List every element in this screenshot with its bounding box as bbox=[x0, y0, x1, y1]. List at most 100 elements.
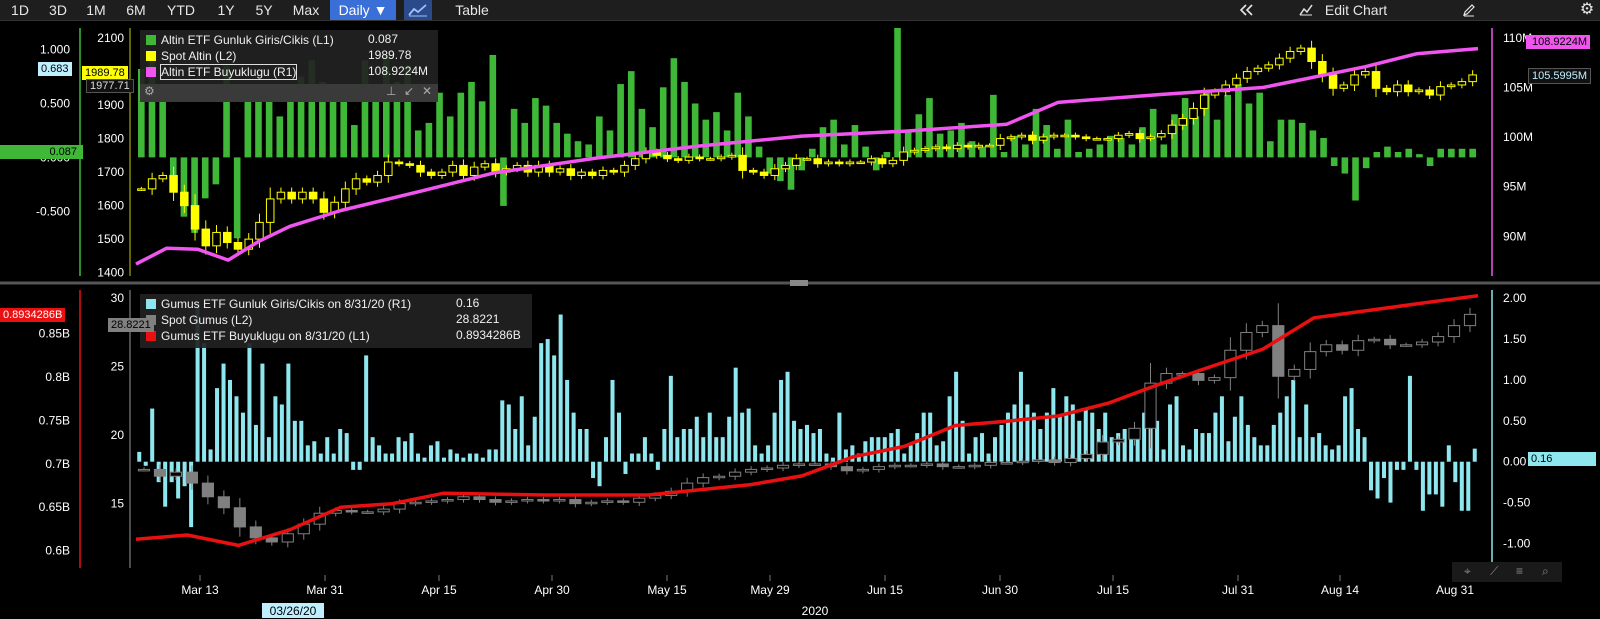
candle-body bbox=[425, 500, 438, 503]
flow-bar bbox=[1433, 461, 1438, 495]
tick-label-l2: 1600 bbox=[97, 199, 124, 213]
range-1y-button[interactable]: 1Y bbox=[208, 0, 244, 20]
crosshair-icon[interactable]: ⌖ bbox=[1464, 564, 1471, 579]
flow-bar bbox=[1043, 125, 1050, 158]
flow-bar bbox=[863, 441, 868, 462]
flow-bar bbox=[1206, 433, 1211, 462]
flow-bar bbox=[740, 412, 745, 462]
candle-body bbox=[792, 463, 806, 466]
zoom-icon[interactable]: ⌕ bbox=[1542, 564, 1549, 579]
flow-bar bbox=[273, 396, 278, 462]
x-tick-label: Mar 13 bbox=[181, 583, 219, 597]
x-tick-label: Jun 30 bbox=[982, 583, 1018, 597]
candle-body bbox=[255, 221, 264, 240]
candle-body bbox=[569, 499, 582, 505]
line-chart-icon[interactable] bbox=[404, 0, 432, 20]
legend-value-silver-flows: 0.16 bbox=[456, 296, 480, 310]
candle-body bbox=[158, 174, 168, 180]
table-button[interactable]: Table bbox=[446, 0, 498, 20]
flow-bar bbox=[1235, 84, 1242, 158]
flow-bar bbox=[574, 141, 582, 158]
legend-row-spot-gold: Spot Altin (L2) bbox=[146, 48, 236, 64]
candle-body bbox=[952, 466, 965, 469]
candle-body bbox=[931, 146, 941, 150]
flow-bar bbox=[629, 453, 634, 462]
flow-bar bbox=[468, 81, 475, 158]
flow-bar bbox=[596, 116, 603, 158]
candle-body bbox=[169, 174, 178, 193]
flow-bar bbox=[265, 101, 273, 158]
gear-icon[interactable]: ⚙ bbox=[144, 84, 155, 98]
candle-body bbox=[319, 198, 329, 213]
flow-bar bbox=[377, 445, 382, 462]
candle-body bbox=[1038, 136, 1048, 141]
flow-bar bbox=[221, 363, 226, 462]
flow-bar bbox=[670, 58, 678, 158]
flow-bar bbox=[733, 367, 738, 462]
gear-icon[interactable]: ⚙ bbox=[1576, 0, 1598, 20]
flow-bar bbox=[1352, 157, 1359, 201]
double-chevron-left-icon[interactable] bbox=[1234, 0, 1260, 20]
draw-line-icon[interactable]: ⟋ bbox=[1490, 564, 1498, 579]
flow-bar bbox=[1064, 396, 1069, 462]
candle-body bbox=[729, 471, 742, 477]
flow-bar bbox=[1440, 461, 1445, 507]
range-3d-button[interactable]: 3D bbox=[40, 0, 76, 20]
flow-bar bbox=[441, 457, 446, 462]
expand-icon[interactable]: ↙ bbox=[404, 84, 414, 98]
flow-bar bbox=[1446, 445, 1451, 462]
upper-r1-last-tag: 108.9224M bbox=[1526, 35, 1591, 49]
candle-body bbox=[1017, 134, 1026, 138]
candle-body bbox=[1463, 313, 1477, 327]
frequency-dropdown[interactable]: Daily ▼ bbox=[330, 0, 396, 20]
flow-bar bbox=[1174, 396, 1179, 462]
close-icon[interactable]: ✕ bbox=[422, 84, 432, 98]
chart-edit-icon[interactable] bbox=[1296, 0, 1316, 20]
candle-body bbox=[1403, 84, 1413, 93]
candle-body bbox=[1224, 349, 1237, 379]
edit-chart-button[interactable]: Edit Chart bbox=[1316, 0, 1396, 20]
candle-body bbox=[1457, 81, 1467, 86]
flow-bar bbox=[585, 144, 592, 158]
flow-bar bbox=[902, 453, 907, 462]
candle-body bbox=[1092, 138, 1102, 141]
range-ytd-button[interactable]: YTD bbox=[158, 0, 204, 20]
range-1m-button[interactable]: 1M bbox=[78, 0, 114, 20]
candle-body bbox=[1414, 89, 1424, 93]
candle-body bbox=[233, 507, 246, 528]
candle-body bbox=[473, 496, 486, 501]
menu-icon[interactable]: ≡ bbox=[1516, 564, 1523, 578]
flow-bar bbox=[1064, 119, 1072, 158]
pin-icon[interactable]: ⊥ bbox=[386, 84, 396, 98]
flow-bar bbox=[1384, 146, 1391, 158]
flow-bar bbox=[467, 453, 472, 462]
flow-bar bbox=[819, 127, 827, 158]
flow-bar bbox=[532, 416, 537, 462]
flow-bar bbox=[659, 87, 667, 158]
range-5y-button[interactable]: 5Y bbox=[246, 0, 282, 20]
candle-body bbox=[469, 166, 479, 176]
flow-bar bbox=[564, 133, 571, 158]
candle-body bbox=[633, 497, 646, 503]
candle-body bbox=[201, 482, 214, 498]
flow-bar bbox=[1453, 461, 1458, 483]
candle-body bbox=[1103, 138, 1112, 141]
flow-bar bbox=[766, 445, 771, 462]
tick-label-l2: 1700 bbox=[97, 165, 124, 179]
candle-body bbox=[1328, 74, 1338, 89]
flow-bar bbox=[606, 130, 614, 158]
flow-bar bbox=[1265, 445, 1270, 462]
range-6m-button[interactable]: 6M bbox=[118, 0, 154, 20]
flow-bar bbox=[1458, 148, 1466, 158]
flow-bar bbox=[286, 363, 291, 462]
flow-bar bbox=[804, 424, 810, 462]
flow-bar bbox=[176, 461, 181, 499]
range-max-button[interactable]: Max bbox=[286, 0, 326, 20]
candle-body bbox=[377, 508, 390, 513]
tick-label-l1: 0.85B bbox=[39, 326, 70, 340]
tick-label-l1: 0.8B bbox=[45, 370, 70, 384]
candle-body bbox=[1253, 67, 1263, 73]
pencil-icon[interactable] bbox=[1458, 0, 1480, 20]
range-1d-button[interactable]: 1D bbox=[2, 0, 38, 20]
candle-body bbox=[1415, 341, 1429, 346]
